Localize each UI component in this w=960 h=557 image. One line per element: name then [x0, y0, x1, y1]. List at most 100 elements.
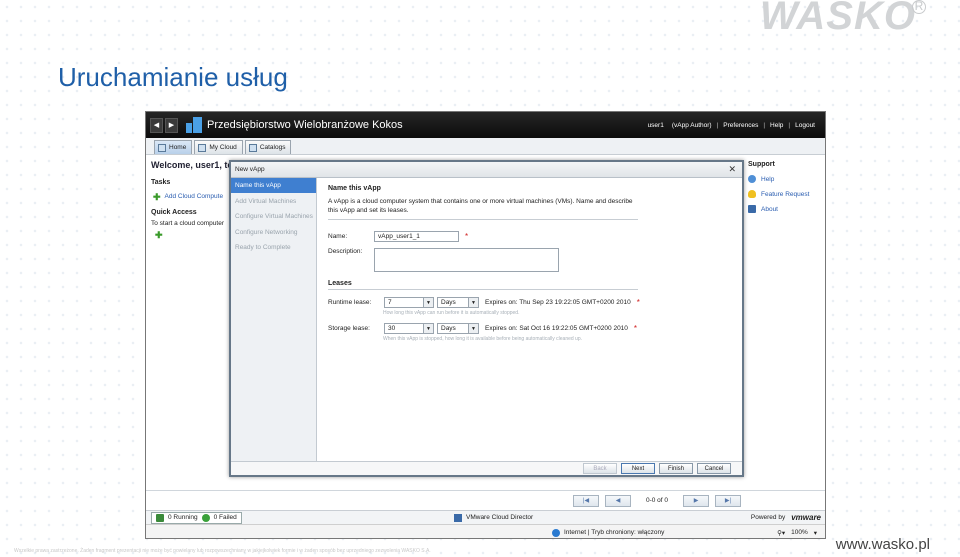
required-mark: * — [633, 324, 638, 333]
storage-lease-unit[interactable]: Days ▼ — [437, 323, 479, 334]
logout-link[interactable]: Logout — [791, 122, 819, 129]
running-icon — [156, 513, 164, 522]
runtime-hint: How long this vApp can run before it is … — [383, 310, 520, 316]
help-link[interactable]: Help — [766, 122, 787, 129]
help-icon — [748, 175, 756, 183]
description-row: Description: — [328, 248, 736, 272]
finish-button[interactable]: Finish — [659, 463, 693, 474]
back-button[interactable]: Back — [583, 463, 617, 474]
running-status[interactable]: 0 Running 0 Failed — [151, 511, 242, 524]
forward-arrow-icon[interactable]: ▶ — [165, 117, 178, 133]
step-name-vapp[interactable]: Name this vApp — [231, 178, 316, 193]
name-label: Name: — [328, 233, 348, 240]
runtime-lease-row: Runtime lease: 7 ▼ Days ▼ Expires on: Th… — [328, 297, 736, 308]
storage-lease-row: Storage lease: 30 ▼ Days ▼ Expires on: S… — [328, 323, 736, 334]
add-cloud-compute-link[interactable]: ✚ Add Cloud Compute — [153, 191, 224, 202]
section-description: A vApp is a cloud computer system that c… — [328, 197, 638, 220]
back-arrow-icon[interactable]: ◀ — [150, 117, 163, 133]
page-count: 0-0 of 0 — [645, 497, 669, 504]
tab-home-label: Home — [169, 144, 187, 151]
runtime-expires: Expires on: Thu Sep 23 19:22:05 GMT+0200… — [485, 299, 631, 306]
product-name: VMware Cloud Director — [466, 514, 534, 521]
tab-my-cloud[interactable]: My Cloud — [194, 140, 243, 154]
top-nav: user1 (vApp Author) | Preferences | Help… — [644, 122, 825, 129]
website-url: www.wasko.pl — [835, 536, 930, 553]
chevron-down-icon: ▼ — [423, 298, 433, 307]
chevron-down-icon: ▼ — [468, 298, 478, 307]
tab-catalogs-label: Catalogs — [259, 144, 286, 151]
about-label: About — [761, 205, 778, 213]
runtime-lease-value[interactable]: 7 ▼ — [384, 297, 434, 308]
tab-home[interactable]: Home — [154, 140, 193, 154]
main-tabs: Home My Cloud Catalogs — [146, 138, 825, 155]
chevron-down-icon: ▼ — [423, 324, 433, 333]
home-icon — [158, 143, 166, 152]
zone-text: Internet | Tryb chroniony: włączony — [564, 529, 665, 536]
powered-by-text: Powered by — [750, 514, 786, 521]
zoom-level: 100% — [791, 529, 808, 536]
close-icon[interactable]: ✕ — [728, 164, 736, 175]
step-ready: Ready to Complete — [235, 244, 291, 251]
failed-count: 0 Failed — [213, 514, 237, 521]
wizard-steps: Name this vApp Add Virtual Machines Conf… — [231, 178, 317, 461]
support-help-link[interactable]: Help — [748, 175, 825, 183]
user-name: user1 — [647, 121, 664, 129]
user-role: (vApp Author) — [671, 121, 712, 129]
product-label: VMware Cloud Director — [454, 513, 534, 522]
new-vapp-dialog: New vApp ✕ Name this vApp Add Virtual Ma… — [229, 160, 744, 477]
zoom-control[interactable]: ⚲▾ 100% ▾ — [777, 529, 817, 537]
dialog-titlebar: New vApp ✕ — [231, 162, 742, 178]
powered-by: Powered by vmware — [751, 513, 821, 522]
step-add-vms: Add Virtual Machines — [235, 197, 297, 205]
description-label: Description: — [328, 248, 363, 255]
runtime-unit-label: Days — [441, 299, 456, 306]
chevron-down-icon: ▾ — [813, 529, 817, 537]
feature-request-label: Feature Request — [761, 190, 810, 198]
tasks-heading: Tasks — [151, 179, 171, 186]
registered-mark: R — [912, 0, 926, 14]
wasko-logo: WASKO — [759, 0, 916, 38]
lightbulb-icon — [748, 190, 756, 198]
check-icon — [201, 513, 210, 522]
globe-icon — [552, 528, 560, 537]
support-heading: Support — [748, 161, 775, 168]
task-label: Add Cloud Compute — [164, 193, 224, 200]
zoom-icon: ⚲▾ — [777, 529, 786, 537]
pager: |◀ ◀ 0-0 of 0 ▶ ▶| — [146, 490, 825, 510]
status-bar: 0 Running 0 Failed VMware Cloud Director… — [146, 510, 825, 524]
storage-expires: Expires on: Sat Oct 16 19:22:05 GMT+0200… — [485, 325, 628, 332]
support-panel: Support Help Feature Request About — [748, 161, 825, 220]
runtime-lease-unit[interactable]: Days ▼ — [437, 297, 479, 308]
browser-status-bar: Internet | Tryb chroniony: włączony ⚲▾ 1… — [146, 524, 825, 538]
support-help-label: Help — [761, 175, 775, 183]
first-page-button[interactable]: |◀ — [573, 494, 599, 507]
about-link[interactable]: About — [748, 205, 825, 213]
plus-icon: ✚ — [153, 191, 161, 202]
copyright-notice: Wszelkie prawa zastrzeżone. Żaden fragme… — [14, 548, 431, 554]
organization-icon — [186, 117, 202, 133]
storage-lease-number: 30 — [388, 325, 396, 332]
vmware-logo: vmware — [791, 513, 821, 522]
security-zone: Internet | Tryb chroniony: włączony — [552, 528, 665, 537]
tab-my-cloud-label: My Cloud — [209, 144, 237, 151]
feature-request-link[interactable]: Feature Request — [748, 190, 825, 198]
vmware-icon — [454, 513, 462, 522]
storage-lease-value[interactable]: 30 ▼ — [384, 323, 434, 334]
vapp-name-input[interactable]: vApp_user1_1 — [374, 231, 459, 242]
description-textarea[interactable] — [374, 248, 559, 272]
quick-access-heading: Quick Access — [151, 209, 197, 216]
tab-catalogs[interactable]: Catalogs — [244, 140, 292, 154]
cancel-button[interactable]: Cancel — [697, 463, 731, 474]
next-page-button[interactable]: ▶ — [683, 494, 709, 507]
slide-title: Uruchamianie usług — [58, 62, 288, 92]
chevron-down-icon: ▼ — [468, 324, 478, 333]
prev-page-button[interactable]: ◀ — [605, 494, 631, 507]
last-page-button[interactable]: ▶| — [715, 494, 741, 507]
dialog-buttons: Back Next Finish Cancel — [231, 461, 742, 475]
next-button[interactable]: Next — [621, 463, 655, 474]
preferences-link[interactable]: Preferences — [719, 122, 762, 129]
storage-hint: When this vApp is stopped, how long it i… — [383, 336, 583, 342]
plus-icon[interactable]: ✚ — [155, 231, 163, 240]
vmware-icon — [748, 205, 756, 213]
section-heading: Name this vApp — [328, 185, 381, 192]
